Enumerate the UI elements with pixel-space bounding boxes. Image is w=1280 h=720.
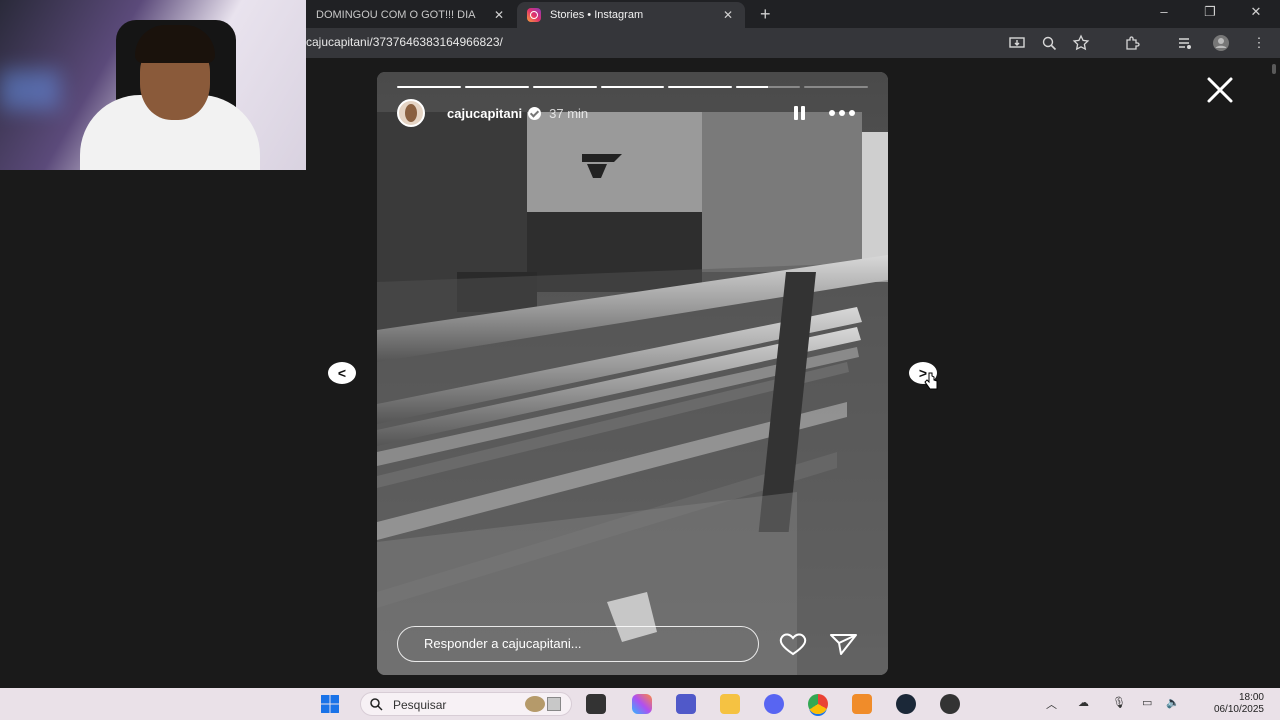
network-icon[interactable]: ▭ <box>1142 696 1152 709</box>
scrollbar[interactable] <box>1268 58 1280 688</box>
microphone-icon[interactable]: 🎙 <box>1112 696 1126 709</box>
verified-badge-icon <box>528 106 542 120</box>
close-icon[interactable] <box>1205 75 1235 105</box>
like-heart-icon[interactable] <box>777 632 809 656</box>
app-icon[interactable] <box>852 694 872 714</box>
teams-icon[interactable] <box>676 694 696 714</box>
volume-icon[interactable]: 🔈 <box>1166 696 1180 709</box>
zoom-icon[interactable] <box>1040 34 1058 52</box>
taskbar-search[interactable]: Pesquisar <box>360 692 572 716</box>
progress-segment <box>736 86 801 88</box>
tab-close-icon[interactable]: ✕ <box>492 8 506 22</box>
taskbar: Pesquisar ︿ ☁ 🎙 ▭ 🔈 18:00 06/10/2025 <box>0 688 1280 720</box>
install-icon[interactable] <box>1008 34 1026 52</box>
tray-chevron-icon[interactable]: ︿ <box>1046 696 1057 712</box>
extensions-icon[interactable] <box>1123 34 1141 52</box>
tab-close-icon[interactable]: ✕ <box>721 8 735 22</box>
media-icon[interactable] <box>1176 34 1194 52</box>
tab-youtube[interactable]: DOMINGOU COM O GOT!!! DIA ✕ <box>306 2 516 28</box>
taskbar-clock[interactable]: 18:00 06/10/2025 <box>1196 692 1264 716</box>
progress-segment <box>668 86 733 88</box>
pause-icon[interactable] <box>793 106 807 120</box>
story-progress <box>397 86 869 89</box>
chrome-icon[interactable] <box>808 694 828 714</box>
tab-instagram-stories[interactable]: Stories • Instagram ✕ <box>517 2 745 28</box>
clock-date: 06/10/2025 <box>1213 704 1264 715</box>
webcam-overlay <box>0 0 306 170</box>
search-highlight-icon <box>525 696 545 712</box>
previous-story-button[interactable]: < <box>328 362 356 384</box>
onedrive-icon[interactable]: ☁ <box>1078 696 1089 709</box>
close-window-button[interactable]: ✕ <box>1246 4 1266 20</box>
progress-segment <box>397 86 461 88</box>
progress-segment <box>532 86 597 88</box>
discord-icon[interactable] <box>764 694 784 714</box>
screen: DOMINGOU COM O GOT!!! DIA ✕ Stories • In… <box>0 0 1280 720</box>
story-photo <box>377 72 888 675</box>
progress-segment <box>600 86 665 88</box>
more-options-icon[interactable] <box>829 108 857 118</box>
steam-icon[interactable] <box>896 694 916 714</box>
url-field[interactable]: cajucapitani/3737646383164966823/ <box>306 35 503 49</box>
file-explorer-icon[interactable] <box>720 694 740 714</box>
new-tab-button[interactable]: + <box>760 4 771 25</box>
webcam-hair <box>135 25 215 63</box>
task-view-icon[interactable] <box>586 694 606 714</box>
story-card[interactable]: cajucapitani 37 min Responder a cajucapi… <box>377 72 888 675</box>
story-header: cajucapitani 37 min <box>397 99 868 127</box>
send-icon[interactable] <box>827 632 859 656</box>
story-username[interactable]: cajucapitani <box>447 106 522 121</box>
story-time: 37 min <box>549 105 589 121</box>
tab-label: Stories • Instagram <box>550 9 644 21</box>
star-icon[interactable] <box>1072 34 1090 52</box>
search-icon <box>370 698 383 711</box>
minimize-button[interactable]: – <box>1154 4 1174 19</box>
clock-time: 18:00 <box>1238 692 1264 703</box>
webcam-light <box>0 70 60 110</box>
restore-button[interactable]: ❐ <box>1200 4 1220 20</box>
search-widget-icon <box>547 697 561 711</box>
progress-segment <box>464 86 529 88</box>
profile-icon[interactable] <box>1212 34 1230 52</box>
tab-label: DOMINGOU COM O GOT!!! DIA <box>316 9 476 21</box>
instagram-icon <box>527 8 541 22</box>
reply-input[interactable]: Responder a cajucapitani... <box>397 626 759 662</box>
windows-start-icon[interactable] <box>320 694 340 714</box>
avatar[interactable] <box>397 99 437 127</box>
obs-icon[interactable] <box>940 694 960 714</box>
copilot-icon[interactable] <box>632 694 652 714</box>
progress-segment <box>804 86 869 88</box>
taskbar-search-label: Pesquisar <box>393 698 447 712</box>
hand-cursor-icon <box>924 372 938 390</box>
menu-icon[interactable]: ⋮ <box>1250 34 1268 52</box>
